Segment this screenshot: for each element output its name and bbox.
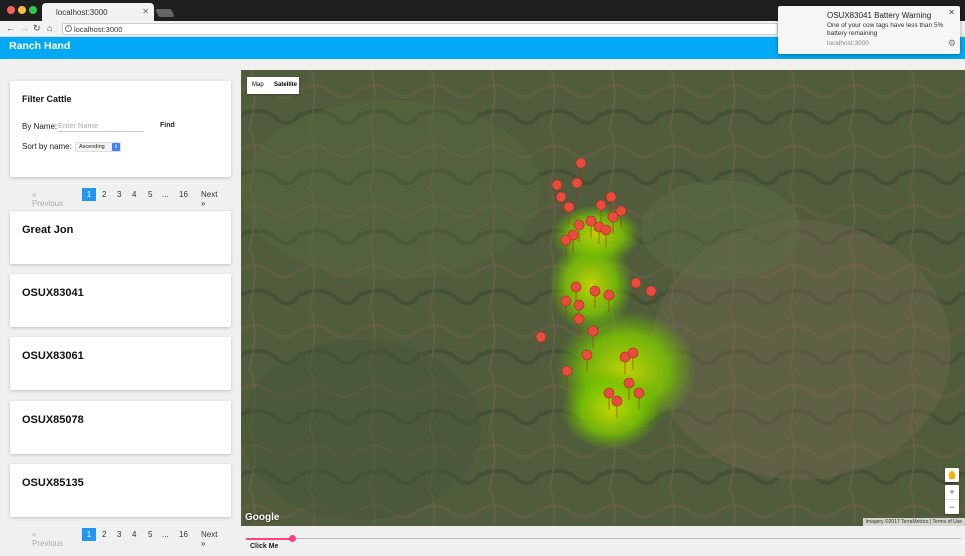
browser-tab[interactable]: localhost:3000 ✕ [42,3,154,21]
notification-body: One of your cow tags have less than 5% b… [827,22,944,37]
slider-track[interactable] [246,538,961,539]
page-link-5[interactable]: 5 [148,530,152,539]
cattle-card[interactable]: OSUX85078 [10,401,231,454]
slider-fill [246,538,293,540]
google-logo: Google [245,512,280,523]
info-icon[interactable]: i [65,25,72,32]
gear-icon[interactable]: ⚙ [948,38,956,49]
page-link-3[interactable]: 3 [117,530,121,539]
zoom-control: + − [945,485,959,514]
page-link-1[interactable]: 1 [82,528,96,541]
page-link-1[interactable]: 1 [82,188,96,201]
notification-close-icon[interactable]: ✕ [948,8,955,17]
map-type-map-button[interactable]: Map [252,82,264,88]
filter-card: Filter Cattle By Name: Find Sort by name… [10,81,231,177]
map-type-toggle: Map Satellite [247,77,299,94]
cattle-name: OSUX85135 [22,477,84,489]
page-link-3[interactable]: 3 [117,190,121,199]
slider-thumb[interactable] [289,535,296,542]
page-link-16[interactable]: 16 [179,190,188,199]
slider-label: Click Me [250,543,279,550]
tab-title: localhost:3000 [56,8,108,17]
next-page-link[interactable]: Next » [201,530,217,548]
cattle-name: OSUX85078 [22,414,84,426]
cattle-card[interactable]: OSUX83061 [10,337,231,390]
back-icon[interactable]: ← [6,23,15,33]
page-ellipsis: ... [162,530,169,539]
next-page-link[interactable]: Next » [201,190,217,208]
previous-page-link[interactable]: « Previous [32,190,63,208]
forward-icon[interactable]: → [20,23,29,33]
sort-select[interactable]: Ascending ⇕ [75,142,121,152]
tab-close-icon[interactable]: ✕ [142,7,149,16]
reload-icon[interactable]: ↻ [33,23,41,34]
zoom-in-button[interactable]: + [945,485,959,499]
sort-value: Ascending [79,144,105,150]
url-text: localhost:3000 [74,25,123,34]
window-maximize-button[interactable] [29,6,37,14]
cattle-name: Great Jon [22,224,74,236]
page-ellipsis: ... [162,190,169,199]
pegman-figure [949,471,955,479]
page-link-4[interactable]: 4 [132,190,136,199]
map-attribution[interactable]: Imagery ©2017 TerraMetrics | Terms of Us… [862,518,965,526]
sort-label: Sort by name: [22,142,72,151]
page-link-2[interactable]: 2 [102,190,106,199]
page-link-2[interactable]: 2 [102,530,106,539]
pegman-icon[interactable] [945,468,959,482]
map-type-satellite-button[interactable]: Satellite [274,82,297,88]
cattle-card[interactable]: OSUX83041 [10,274,231,327]
page-link-4[interactable]: 4 [132,530,136,539]
cattle-card[interactable]: OSUX85135 [10,464,231,517]
by-name-label: By Name: [22,122,58,131]
find-button[interactable]: Find [160,122,175,129]
home-icon[interactable]: ⌂ [47,23,52,33]
notification-source: localhost:3000 [827,40,869,47]
map-imagery [241,70,965,526]
window-minimize-button[interactable] [18,6,26,14]
previous-page-link[interactable]: « Previous [32,530,63,548]
name-input[interactable] [58,120,144,132]
notification-title: OSUX83041 Battery Warning [827,11,932,20]
zoom-out-button[interactable]: − [945,500,959,514]
address-bar[interactable]: i localhost:3000 [62,23,778,35]
chevron-updown-icon: ⇕ [112,143,120,151]
battery-notification[interactable]: OSUX83041 Battery Warning One of your co… [778,6,960,54]
cattle-card[interactable]: Great Jon [10,211,231,264]
page-link-16[interactable]: 16 [179,530,188,539]
page-link-5[interactable]: 5 [148,190,152,199]
filter-title: Filter Cattle [22,94,72,104]
cattle-name: OSUX83041 [22,287,84,299]
cattle-name: OSUX83061 [22,350,84,362]
satellite-map[interactable]: Map Satellite + − Google Imagery ©2017 T… [241,70,965,526]
window-close-button[interactable] [7,6,15,14]
new-tab-button[interactable] [155,9,175,17]
app-title: Ranch Hand [9,40,71,52]
